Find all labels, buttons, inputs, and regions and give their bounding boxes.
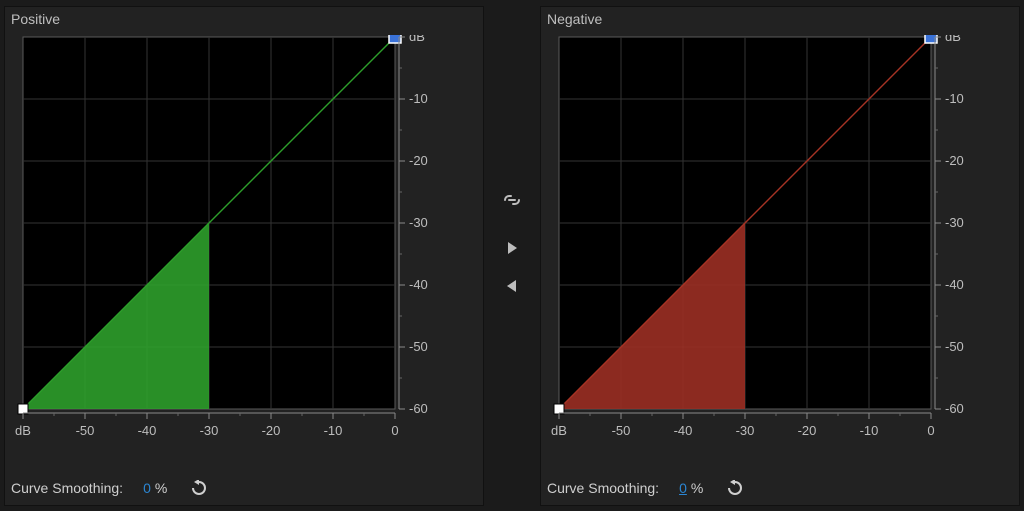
svg-text:-20: -20: [798, 423, 817, 438]
positive-smoothing-unit: %: [155, 480, 167, 496]
link-button[interactable]: [501, 192, 523, 208]
svg-text:-50: -50: [409, 339, 428, 354]
svg-text:-30: -30: [409, 215, 428, 230]
positive-panel: Positive dB -10 -20 -30 -40 -50 -60 dB -50 -40 -30…: [4, 6, 484, 506]
svg-text:-40: -40: [138, 423, 157, 438]
positive-chart-svg[interactable]: dB -10 -20 -30 -40 -50 -60 dB -50 -40 -30 -20 -10 0: [15, 35, 475, 450]
svg-text:dB: dB: [15, 423, 31, 438]
negative-reset-button[interactable]: [723, 479, 745, 497]
negative-smoothing-unit: %: [691, 480, 703, 496]
triangle-left-icon: [504, 278, 520, 294]
positive-smoothing-value[interactable]: 0: [143, 480, 151, 496]
svg-text:-20: -20: [262, 423, 281, 438]
link-icon: [501, 192, 523, 208]
svg-text:-60: -60: [945, 401, 964, 416]
positive-smoothing-label: Curve Smoothing:: [11, 480, 123, 496]
svg-text:-10: -10: [945, 91, 964, 106]
svg-text:-20: -20: [409, 153, 428, 168]
positive-chart[interactable]: dB -10 -20 -30 -40 -50 -60 dB -50 -40 -30 -20 -10 0: [15, 35, 475, 450]
copy-left-button[interactable]: [504, 278, 520, 294]
undo-icon: [724, 480, 744, 496]
svg-text:-30: -30: [736, 423, 755, 438]
svg-text:-10: -10: [860, 423, 879, 438]
negative-smoothing-value[interactable]: 0: [679, 480, 687, 496]
negative-smoothing-label: Curve Smoothing:: [547, 480, 659, 496]
svg-text:-30: -30: [200, 423, 219, 438]
svg-text:dB: dB: [409, 35, 425, 44]
svg-text:-50: -50: [76, 423, 95, 438]
positive-reset-button[interactable]: [187, 479, 209, 497]
negative-title: Negative: [547, 11, 602, 27]
svg-text:-10: -10: [409, 91, 428, 106]
svg-text:-50: -50: [612, 423, 631, 438]
svg-text:-40: -40: [409, 277, 428, 292]
copy-right-button[interactable]: [504, 240, 520, 256]
svg-text:0: 0: [391, 423, 398, 438]
svg-text:-40: -40: [945, 277, 964, 292]
link-column: [484, 6, 540, 506]
svg-text:0: 0: [927, 423, 934, 438]
positive-title: Positive: [11, 11, 60, 27]
negative-chart[interactable]: dB -10 -20 -30 -40 -50 -60 dB -50 -40 -30 -20 -10 0: [551, 35, 1011, 450]
svg-text:-40: -40: [674, 423, 693, 438]
triangle-right-icon: [504, 240, 520, 256]
svg-text:-20: -20: [945, 153, 964, 168]
undo-icon: [188, 480, 208, 496]
svg-text:dB: dB: [945, 35, 961, 44]
svg-text:dB: dB: [551, 423, 567, 438]
negative-panel: Negative dB -10 -20 -30 -40 -50 -60 dB -50 -40 -30…: [540, 6, 1020, 506]
svg-text:-30: -30: [945, 215, 964, 230]
svg-text:-60: -60: [409, 401, 428, 416]
svg-text:-50: -50: [945, 339, 964, 354]
negative-chart-svg[interactable]: dB -10 -20 -30 -40 -50 -60 dB -50 -40 -30 -20 -10 0: [551, 35, 1011, 450]
svg-text:-10: -10: [324, 423, 343, 438]
